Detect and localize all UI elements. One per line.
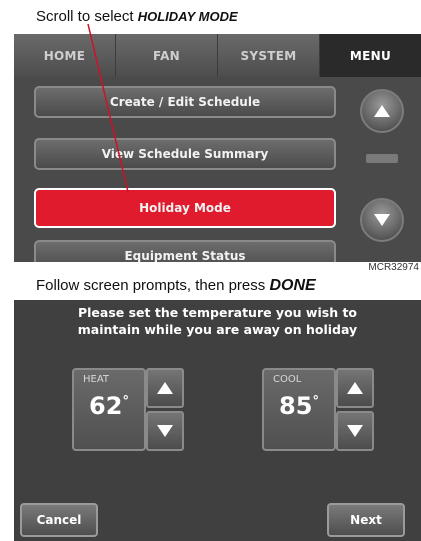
holiday-prompt: Please set the temperature you wish to m… (14, 304, 421, 338)
heat-label: HEAT (83, 374, 110, 385)
menu-item-create-edit-schedule[interactable]: Create / Edit Schedule (34, 86, 336, 118)
tab-menu[interactable]: MENU (320, 34, 421, 77)
figure-code: MCR32974 (368, 262, 419, 273)
heat-value: 62 (89, 392, 123, 420)
menu-item-equipment-status[interactable]: Equipment Status (34, 240, 336, 262)
instruction-caption-select: Scroll to select HOLIDAY MODE (36, 8, 238, 25)
cancel-button[interactable]: Cancel (20, 503, 98, 537)
caption-select-prefix: Scroll to select (36, 8, 138, 25)
thermostat-holiday-screen: Please set the temperature you wish to m… (14, 300, 421, 541)
caption-select-emphasis: HOLIDAY MODE (137, 9, 238, 24)
cool-value-wrapper: 85° (264, 392, 334, 420)
heat-up-button[interactable] (146, 368, 184, 408)
next-button[interactable]: Next (327, 503, 405, 537)
menu-item-holiday-mode[interactable]: Holiday Mode (34, 188, 336, 228)
tab-fan[interactable]: FAN (116, 34, 218, 77)
down-arrow-icon (157, 425, 173, 437)
scroll-up-button[interactable] (360, 89, 404, 133)
instruction-caption-follow: Follow screen prompts, then press DONE (36, 277, 316, 295)
thermostat-menu-screen: HOME FAN SYSTEM MENU Create / Edit Sched… (14, 34, 421, 262)
scroll-position-indicator (366, 154, 398, 163)
cool-degree-symbol: ° (312, 394, 319, 409)
caption-follow-prefix: Follow screen prompts, then press (36, 277, 270, 294)
caption-follow-emphasis: DONE (269, 277, 316, 294)
down-arrow-icon (374, 214, 390, 226)
heat-down-button[interactable] (146, 411, 184, 451)
holiday-prompt-line2: maintain while you are away on holiday (77, 322, 358, 337)
cool-setpoint-display: COOL 85° (262, 368, 336, 451)
tab-home[interactable]: HOME (14, 34, 116, 77)
down-arrow-icon (347, 425, 363, 437)
heat-degree-symbol: ° (122, 394, 129, 409)
up-arrow-icon (374, 105, 390, 117)
holiday-prompt-line1: Please set the temperature you wish to (77, 305, 358, 320)
cool-label: COOL (273, 374, 302, 385)
heat-value-wrapper: 62° (74, 392, 144, 420)
scroll-down-button[interactable] (360, 198, 404, 242)
tab-system[interactable]: SYSTEM (218, 34, 320, 77)
menu-item-view-schedule-summary[interactable]: View Schedule Summary (34, 138, 336, 170)
top-tab-bar: HOME FAN SYSTEM MENU (14, 34, 421, 77)
heat-setpoint-display: HEAT 62° (72, 368, 146, 451)
cool-value: 85 (279, 392, 313, 420)
cool-down-button[interactable] (336, 411, 374, 451)
up-arrow-icon (347, 382, 363, 394)
up-arrow-icon (157, 382, 173, 394)
cool-up-button[interactable] (336, 368, 374, 408)
